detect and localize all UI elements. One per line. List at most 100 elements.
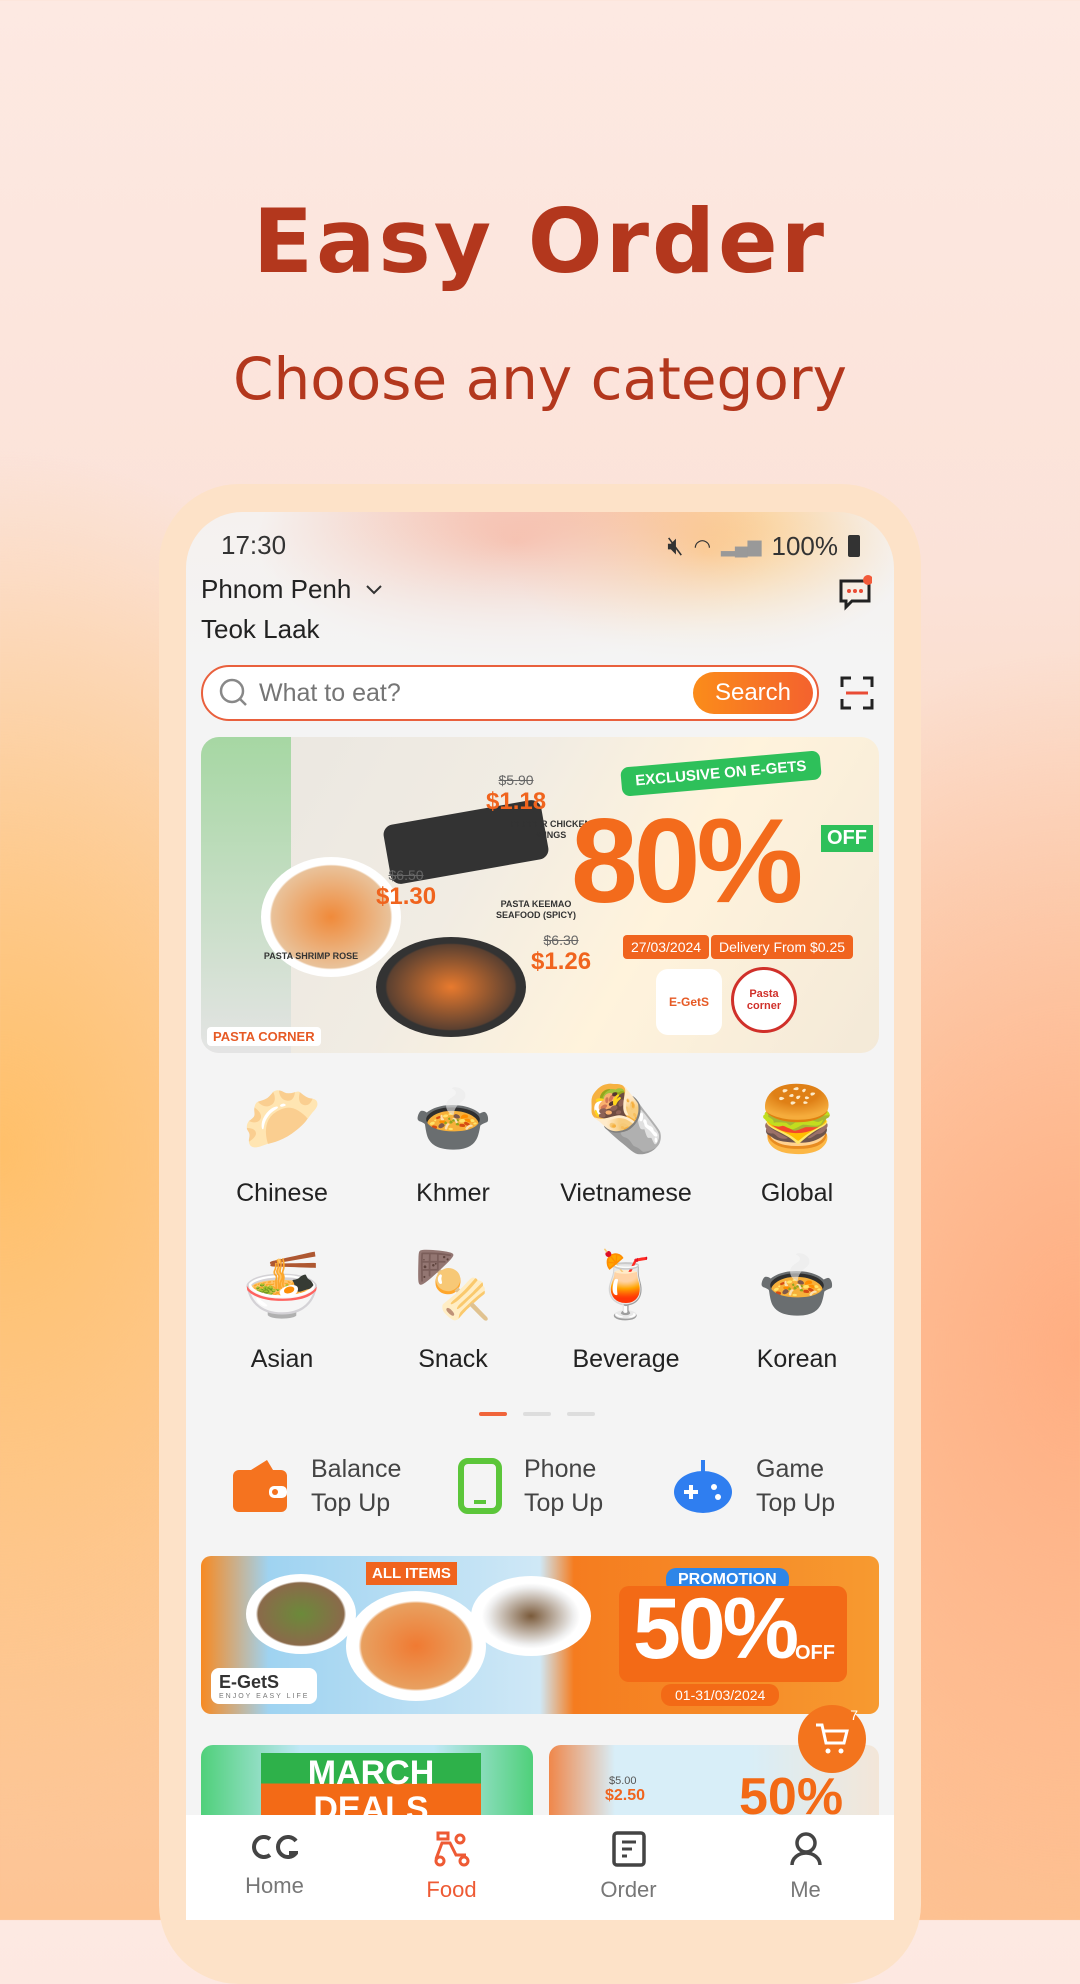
balance-top-up[interactable]: Balance Top Up: [231, 1452, 401, 1520]
app-screen: 17:30 🔇︎ ◠ ▂▄▆ 100% Phnom Penh Teok Laak…: [186, 512, 894, 1920]
scan-icon[interactable]: [840, 676, 874, 710]
nav-label: Home: [245, 1873, 304, 1898]
category-label: Asian: [250, 1345, 314, 1373]
brand-label: PASTA CORNER: [207, 1027, 321, 1046]
khmer-food-icon: 🍲: [413, 1082, 493, 1155]
phone-icon: [458, 1458, 502, 1514]
category-global[interactable]: 🍔 Global: [712, 1077, 882, 1208]
dish-name: PASTA KEEMAO SEAFOOD (SPICY): [495, 899, 576, 920]
promo-date: 27/03/2024: [623, 935, 710, 959]
march-deals-banner[interactable]: MARCH DEALS: [201, 1745, 533, 1825]
nav-order[interactable]: Order: [540, 1815, 717, 1920]
nav-label: Food: [426, 1877, 477, 1902]
discount-text: 50%: [633, 1581, 799, 1677]
page-dot[interactable]: [523, 1412, 551, 1416]
nav-me[interactable]: Me: [717, 1815, 894, 1920]
category-label: Global: [760, 1179, 834, 1207]
city-selector[interactable]: Phnom Penh: [201, 574, 383, 605]
chevron-down-icon: [366, 584, 383, 594]
vietnamese-food-icon: 🌯: [586, 1082, 666, 1155]
cart-icon: [816, 1723, 849, 1754]
home-logo-icon: [251, 1835, 298, 1859]
food-image: [471, 1576, 591, 1656]
off-text: OFF: [795, 1642, 835, 1664]
game-top-up[interactable]: Game Top Up: [672, 1452, 835, 1520]
category-beverage[interactable]: 🍹 Beverage: [541, 1243, 711, 1374]
topup-label: Game: [756, 1455, 825, 1483]
nav-label: Me: [790, 1877, 821, 1902]
battery-text: 100%: [771, 530, 839, 561]
food-image: [376, 937, 526, 1037]
order-icon: [611, 1831, 646, 1867]
all-items-tag: ALL ITEMS: [366, 1562, 457, 1585]
new-price: $1.26: [531, 948, 592, 975]
city-name: Phnom Penh: [201, 574, 352, 604]
profile-icon: [789, 1832, 822, 1866]
old-price: $5.00: [609, 1775, 637, 1787]
signal-icon: ▂▄▆: [721, 535, 762, 556]
global-food-icon: 🍔: [757, 1082, 837, 1155]
cart-count: 7: [850, 1707, 858, 1723]
battery-icon: [848, 535, 860, 557]
status-time: 17:30: [221, 530, 287, 560]
promo-banner-carousel[interactable]: $5.90 $1.18 PEPPER CHICKEN WINGS $6.50 $1.…: [201, 737, 879, 1053]
partner-logo: Pasta corner: [731, 967, 797, 1033]
egets-tagline: ENJOY EASY LIFE: [219, 1693, 310, 1700]
page-dot[interactable]: [567, 1412, 595, 1416]
chinese-food-icon: 🥟: [242, 1082, 322, 1155]
bottom-nav: Home Food Order Me: [186, 1815, 894, 1920]
off-text: OFF: [821, 825, 873, 852]
wifi-icon: ◠: [693, 535, 712, 558]
mute-icon: 🔇︎: [667, 530, 684, 560]
food-image: [246, 1574, 356, 1654]
delivery-fee: Delivery From $0.25: [711, 935, 854, 959]
area-name[interactable]: Teok Laak: [201, 614, 320, 645]
new-price: $1.18: [486, 788, 547, 815]
hero-title: Easy Order: [252, 190, 828, 293]
old-price: $6.30: [543, 932, 579, 948]
page-dot-active[interactable]: [479, 1412, 507, 1416]
old-price: $6.50: [388, 867, 424, 883]
egets-logo: E-GetS: [656, 969, 722, 1035]
category-korean[interactable]: 🍲 Korean: [712, 1243, 882, 1374]
promo-date: 01-31/03/2024: [661, 1684, 780, 1706]
snack-food-icon: 🍢: [413, 1248, 493, 1321]
nav-label: Order: [600, 1877, 657, 1902]
asian-food-icon: 🍜: [242, 1248, 322, 1321]
category-label: Beverage: [572, 1345, 680, 1373]
topup-label: Top Up: [311, 1489, 391, 1517]
search-bar[interactable]: Search: [201, 665, 819, 721]
cart-button[interactable]: 7: [798, 1705, 866, 1773]
topup-label: Top Up: [756, 1489, 836, 1517]
gamepad-icon: [674, 1460, 732, 1513]
topup-label: Balance: [311, 1455, 402, 1483]
new-price: $2.50: [605, 1787, 646, 1804]
category-vietnamese[interactable]: 🌯 Vietnamese: [541, 1077, 711, 1208]
korean-food-icon: 🍲: [757, 1248, 837, 1321]
chat-icon[interactable]: [838, 572, 872, 612]
search-button[interactable]: Search: [693, 672, 813, 714]
category-label: Khmer: [416, 1179, 490, 1207]
category-chinese[interactable]: 🥟 Chinese: [197, 1077, 367, 1208]
category-label: Korean: [756, 1345, 838, 1373]
topup-label: Phone: [524, 1455, 597, 1483]
category-khmer[interactable]: 🍲 Khmer: [368, 1077, 538, 1208]
category-snack[interactable]: 🍢 Snack: [368, 1243, 538, 1374]
search-input[interactable]: [259, 678, 679, 708]
dish-name: PASTA SHRIMP ROSE: [263, 951, 359, 961]
old-price: $5.90: [498, 772, 534, 788]
food-image: [346, 1591, 486, 1701]
egets-logo: E-GetS: [219, 1672, 280, 1692]
promotion-banner[interactable]: ALL ITEMS E-GetS ENJOY EASY LIFE PROMOTIO…: [201, 1556, 879, 1714]
nav-home[interactable]: Home: [186, 1815, 363, 1920]
discount-text: 80%: [571, 794, 803, 928]
category-asian[interactable]: 🍜 Asian: [197, 1243, 367, 1374]
status-icons: 🔇︎ ◠ ▂▄▆ 100%: [667, 530, 860, 562]
exclusive-badge: EXCLUSIVE ON E-GETS: [620, 750, 822, 797]
category-label: Snack: [418, 1345, 488, 1373]
new-price: $1.30: [376, 883, 437, 910]
nav-food[interactable]: Food: [363, 1815, 540, 1920]
topup-label: Top Up: [524, 1489, 604, 1517]
food-delivery-icon: [434, 1831, 469, 1867]
phone-top-up[interactable]: Phone Top Up: [458, 1452, 603, 1520]
